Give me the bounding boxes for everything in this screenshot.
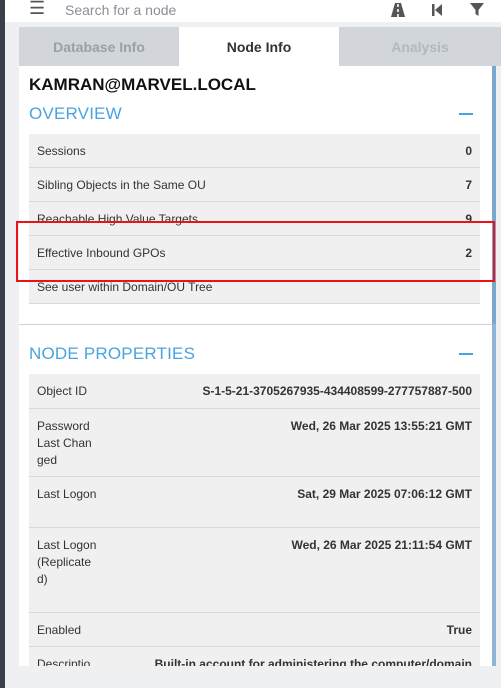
node-properties-table: Object ID S-1-5-21-3705267935-434408599-… [29, 374, 480, 666]
prop-row-password-last-changed[interactable]: Password Last Changed Wed, 26 Mar 2025 1… [29, 409, 480, 477]
prop-row-last-logon[interactable]: Last Logon Sat, 29 Mar 2025 07:06:12 GMT [29, 477, 480, 528]
row-value: 9 [465, 211, 472, 226]
prop-row-description[interactable]: Description Built-in account for adminis… [29, 647, 480, 666]
prop-row-last-logon-replicated[interactable]: Last Logon (Replicated) Wed, 26 Mar 2025… [29, 528, 480, 613]
node-info-panel: KAMRAN@MARVEL.LOCAL OVERVIEW Sessions 0 … [19, 66, 492, 666]
row-label: Effective Inbound GPOs [37, 245, 166, 260]
prop-label: Password Last Changed [37, 419, 92, 467]
prop-row-enabled[interactable]: Enabled True [29, 613, 480, 647]
prop-value: Sat, 29 Mar 2025 07:06:12 GMT [297, 487, 472, 501]
road-icon[interactable] [389, 1, 407, 19]
row-label: Sibling Objects in the Same OU [37, 177, 206, 192]
prop-label: Enabled [37, 623, 82, 637]
row-value: 2 [465, 245, 472, 260]
section-divider [19, 324, 492, 325]
overview-row-sibling-objects[interactable]: Sibling Objects in the Same OU 7 [29, 168, 480, 202]
filter-icon[interactable] [468, 1, 486, 19]
prop-label: Description [37, 657, 91, 666]
search-bar: ☰ [5, 0, 501, 22]
prop-value: Built-in account for administering the c… [154, 657, 472, 666]
row-label: Sessions [37, 143, 86, 158]
hamburger-icon[interactable]: ☰ [29, 0, 45, 19]
prop-row-object-id[interactable]: Object ID S-1-5-21-3705267935-434408599-… [29, 374, 480, 409]
search-input[interactable] [65, 0, 365, 20]
tab-node-info[interactable]: Node Info [179, 27, 339, 66]
overview-row-domain-tree[interactable]: See user within Domain/OU Tree [29, 270, 480, 304]
row-value: 0 [465, 143, 472, 158]
prop-label: Object ID [37, 384, 88, 398]
scrollbar-thumb[interactable] [492, 66, 496, 324]
overview-table: Sessions 0 Sibling Objects in the Same O… [29, 134, 480, 304]
node-info-app: ☰ Database Info Node Info Analysis KAMRA… [5, 0, 501, 688]
node-properties-collapse-icon[interactable] [459, 353, 473, 355]
prop-value: Wed, 26 Mar 2025 21:11:54 GMT [291, 538, 472, 552]
step-backward-icon[interactable] [428, 1, 446, 19]
overview-title[interactable]: OVERVIEW [29, 104, 122, 124]
node-name: KAMRAN@MARVEL.LOCAL [29, 75, 256, 94]
prop-value: Wed, 26 Mar 2025 13:55:21 GMT [290, 419, 472, 433]
tab-database-info[interactable]: Database Info [19, 27, 179, 66]
tab-analysis[interactable]: Analysis [339, 27, 501, 66]
row-label: Reachable High Value Targets [37, 211, 198, 226]
overview-row-inbound-gpos[interactable]: Effective Inbound GPOs 2 [29, 236, 480, 270]
row-label: See user within Domain/OU Tree [37, 279, 213, 294]
overview-collapse-icon[interactable] [459, 113, 473, 115]
overview-row-sessions[interactable]: Sessions 0 [29, 134, 480, 168]
tab-bar: Database Info Node Info Analysis [19, 27, 501, 66]
prop-label: Last Logon [37, 487, 97, 501]
overview-row-reachable-hvt[interactable]: Reachable High Value Targets 9 [29, 202, 480, 236]
node-properties-title[interactable]: NODE PROPERTIES [29, 344, 195, 364]
row-value: 7 [465, 177, 472, 192]
prop-label: Last Logon (Replicated) [37, 538, 97, 586]
prop-value: S-1-5-21-3705267935-434408599-277757887-… [202, 384, 472, 398]
prop-value: True [446, 623, 472, 637]
